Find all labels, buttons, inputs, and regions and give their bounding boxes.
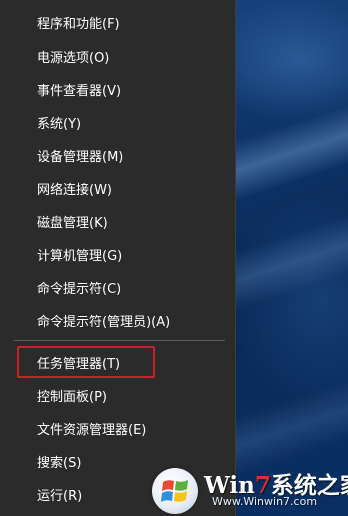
winx-context-menu: 程序和功能(F) 电源选项(O) 事件查看器(V) 系统(Y) 设备管理器(M)… [0,0,236,516]
menu-item-command-prompt[interactable]: 命令提示符(C) [0,271,235,304]
windows-logo-icon [152,468,198,514]
menu-separator [14,340,225,341]
wallpaper-light-beam [236,373,348,477]
task-manager-highlight-box [17,346,155,378]
menu-item-file-explorer[interactable]: 文件资源管理器(E) [0,412,235,445]
menu-item-system[interactable]: 系统(Y) [0,106,235,139]
menu-item-programs-and-features[interactable]: 程序和功能(F) [0,6,235,39]
menu-item-network-connections[interactable]: 网络连接(W) [0,172,235,205]
menu-item-power-options[interactable]: 电源选项(O) [0,40,235,73]
menu-item-command-prompt-admin[interactable]: 命令提示符(管理员)(A) [0,304,235,337]
menu-item-computer-management[interactable]: 计算机管理(G) [0,238,235,271]
menu-item-control-panel[interactable]: 控制面板(P) [0,379,235,412]
menu-item-event-viewer[interactable]: 事件查看器(V) [0,73,235,106]
site-watermark: Win7系统之家 Www.Winwin7.com [150,462,348,516]
watermark-url: Www.Winwin7.com [212,495,318,508]
menu-item-disk-management[interactable]: 磁盘管理(K) [0,205,235,238]
wallpaper-light-beam [236,208,348,312]
menu-item-device-manager[interactable]: 设备管理器(M) [0,139,235,172]
wallpaper-light-beam [236,98,348,202]
